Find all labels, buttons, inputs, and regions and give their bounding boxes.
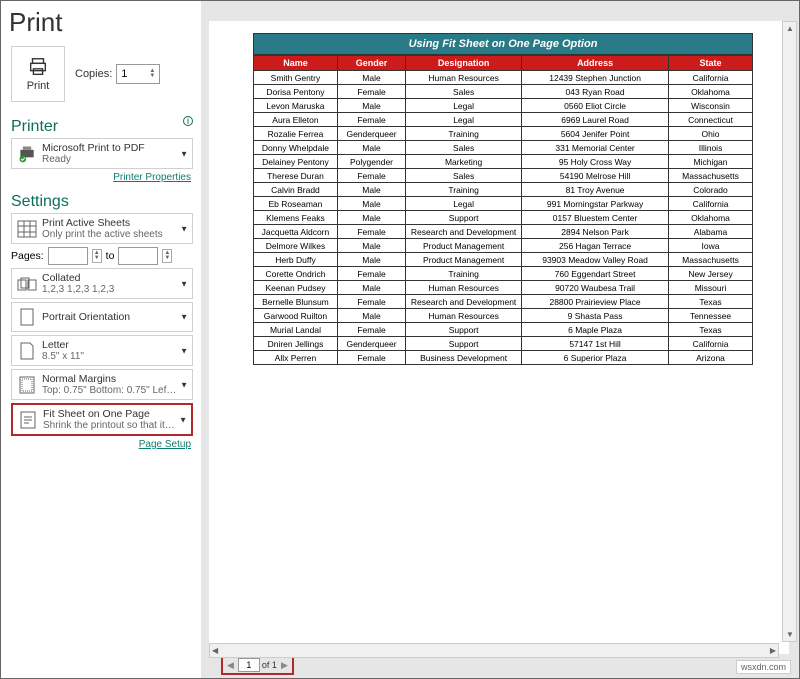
settings-section-label: Settings	[11, 193, 193, 211]
copies-label: Copies:	[75, 68, 112, 80]
print-what-select[interactable]: Print Active SheetsOnly print the active…	[11, 213, 193, 244]
spinner-icon[interactable]: ▲▼	[149, 69, 155, 79]
printer-ready-icon	[16, 143, 38, 165]
copies-input[interactable]: 1 ▲▼	[116, 64, 160, 84]
page-navigator[interactable]: ◀ of 1 ▶	[221, 655, 294, 675]
spinner-icon[interactable]: ▲▼	[92, 249, 102, 263]
pages-label: Pages:	[11, 250, 44, 262]
scaling-sub: Shrink the printout so that it…	[43, 420, 187, 431]
watermark: wsxdn.com	[736, 660, 791, 674]
portrait-icon	[16, 306, 38, 328]
table-row: Jacquetta AldcornFemaleResearch and Deve…	[254, 225, 753, 239]
table-row: Garwood RuiltonMaleHuman Resources9 Shas…	[254, 309, 753, 323]
next-page-icon[interactable]: ▶	[279, 660, 290, 671]
scaling-select[interactable]: Fit Sheet on One PageShrink the printout…	[11, 403, 193, 436]
printer-name: Microsoft Print to PDF	[42, 142, 145, 154]
page-number-input[interactable]	[238, 658, 260, 672]
sheets-icon	[16, 218, 38, 240]
pages-to-input[interactable]	[118, 247, 158, 265]
table-row: Klemens FeaksMaleSupport0157 Bluestem Ce…	[254, 211, 753, 225]
paper-size-select[interactable]: Letter8.5" x 11" ▼	[11, 335, 193, 366]
orientation-select[interactable]: Portrait Orientation ▼	[11, 302, 193, 332]
table-row: Aura ElletonFemaleLegal6969 Laurel RoadC…	[254, 113, 753, 127]
table-row: Therese DuranFemaleSales54190 Melrose Hi…	[254, 169, 753, 183]
page-total-label: of 1	[262, 660, 277, 670]
table-row: Calvin BraddMaleTraining81 Troy AvenueCo…	[254, 183, 753, 197]
chevron-down-icon: ▼	[179, 415, 187, 424]
table-row: Keenan PudseyMaleHuman Resources90720 Wa…	[254, 281, 753, 295]
print-label: Print	[27, 80, 50, 92]
collation-select[interactable]: Collated1,2,3 1,2,3 1,2,3 ▼	[11, 268, 193, 299]
table-row: Rozalie FerreaGenderqueerTraining5604 Je…	[254, 127, 753, 141]
chevron-down-icon: ▼	[180, 279, 188, 288]
table-row: Dorisa PentonyFemaleSales043 Ryan RoadOk…	[254, 85, 753, 99]
page-setup-link[interactable]: Page Setup	[11, 439, 191, 450]
paper-title: Letter	[42, 339, 69, 351]
table-row: Smith GentryMaleHuman Resources12439 Ste…	[254, 71, 753, 85]
fit-page-icon	[17, 409, 39, 431]
chevron-down-icon: ▼	[180, 149, 188, 158]
table-row: Donny WhelpdaleMaleSales331 Memorial Cen…	[254, 141, 753, 155]
print-button[interactable]: Print	[11, 46, 65, 102]
chevron-down-icon: ▼	[180, 346, 188, 355]
printer-status: Ready	[42, 154, 188, 165]
table-row: Delmore WilkesMaleProduct Management256 …	[254, 239, 753, 253]
margins-title: Normal Margins	[42, 373, 116, 385]
margins-icon	[16, 374, 38, 396]
printer-section-label: Printer i	[11, 118, 193, 136]
pages-to-label: to	[106, 250, 115, 262]
data-table: NameGenderDesignationAddressState Smith …	[253, 55, 753, 365]
table-row: Delainey PentonyPolygenderMarketing95 Ho…	[254, 155, 753, 169]
table-row: Dniren JellingsGenderqueerSupport57147 1…	[254, 337, 753, 351]
scaling-title: Fit Sheet on One Page	[43, 408, 150, 420]
column-header: State	[669, 56, 753, 71]
page-title: Print	[9, 7, 193, 38]
column-header: Designation	[406, 56, 522, 71]
column-header: Gender	[337, 56, 405, 71]
print-what-sub: Only print the active sheets	[42, 229, 188, 240]
pages-from-input[interactable]	[48, 247, 88, 265]
copies-value: 1	[121, 68, 127, 80]
orientation-title: Portrait Orientation	[42, 311, 130, 323]
collated-sub: 1,2,3 1,2,3 1,2,3	[42, 284, 188, 295]
print-preview: Using Fit Sheet on One Page Option NameG…	[209, 21, 789, 654]
vertical-scrollbar[interactable]	[782, 21, 797, 642]
chevron-down-icon: ▼	[180, 380, 188, 389]
column-header: Address	[522, 56, 669, 71]
collated-title: Collated	[42, 272, 81, 284]
margins-select[interactable]: Normal MarginsTop: 0.75" Bottom: 0.75" L…	[11, 369, 193, 400]
column-header: Name	[254, 56, 338, 71]
printer-icon	[27, 56, 49, 78]
margins-sub: Top: 0.75" Bottom: 0.75" Lef…	[42, 385, 188, 396]
horizontal-scrollbar[interactable]	[209, 643, 779, 658]
info-icon[interactable]: i	[183, 116, 193, 126]
paper-sub: 8.5" x 11"	[42, 351, 188, 362]
table-row: Corette OndrichFemaleTraining760 Eggenda…	[254, 267, 753, 281]
table-row: Eb RoseamanMaleLegal991 Morningstar Park…	[254, 197, 753, 211]
prev-page-icon[interactable]: ◀	[225, 660, 236, 671]
table-row: Murial LandalFemaleSupport6 Maple PlazaT…	[254, 323, 753, 337]
paper-icon	[16, 340, 38, 362]
table-row: Levon MaruskaMaleLegal0560 Eliot CircleW…	[254, 99, 753, 113]
spinner-icon[interactable]: ▲▼	[162, 249, 172, 263]
table-row: Bernelle BlunsumFemaleResearch and Devel…	[254, 295, 753, 309]
printer-properties-link[interactable]: Printer Properties	[11, 172, 191, 183]
chevron-down-icon: ▼	[180, 224, 188, 233]
sheet-title: Using Fit Sheet on One Page Option	[253, 33, 753, 55]
table-row: Allx PerrenFemaleBusiness Development6 S…	[254, 351, 753, 365]
collated-icon	[16, 273, 38, 295]
print-what-title: Print Active Sheets	[42, 217, 130, 229]
table-row: Herb DuffyMaleProduct Management93903 Me…	[254, 253, 753, 267]
printer-select[interactable]: Microsoft Print to PDF Ready ▼	[11, 138, 193, 169]
chevron-down-icon: ▼	[180, 313, 188, 322]
